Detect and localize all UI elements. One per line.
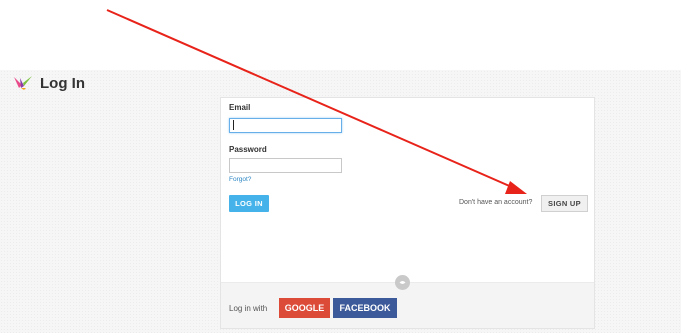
login-button[interactable]: LOG IN [229, 195, 269, 212]
password-field[interactable] [229, 158, 342, 173]
or-divider-icon [395, 275, 410, 290]
text-caret [233, 120, 234, 130]
login-card: Email Password Forgot? LOG IN Don't have… [220, 97, 595, 329]
google-login-button[interactable]: GOOGLE [279, 298, 330, 318]
social-login-footer [221, 282, 594, 328]
login-with-label: Log in with [229, 304, 268, 313]
bird-logo-icon [12, 75, 34, 91]
page-title: Log In [40, 74, 85, 92]
facebook-login-button[interactable]: FACEBOOK [333, 298, 397, 318]
forgot-password-link[interactable]: Forgot? [229, 176, 251, 183]
email-field[interactable] [229, 118, 342, 133]
email-label: Email [229, 103, 251, 112]
page-header: Log In [12, 73, 85, 93]
signup-button[interactable]: SIGN UP [541, 195, 588, 212]
no-account-text: Don't have an account? [459, 199, 533, 206]
password-label: Password [229, 145, 267, 154]
